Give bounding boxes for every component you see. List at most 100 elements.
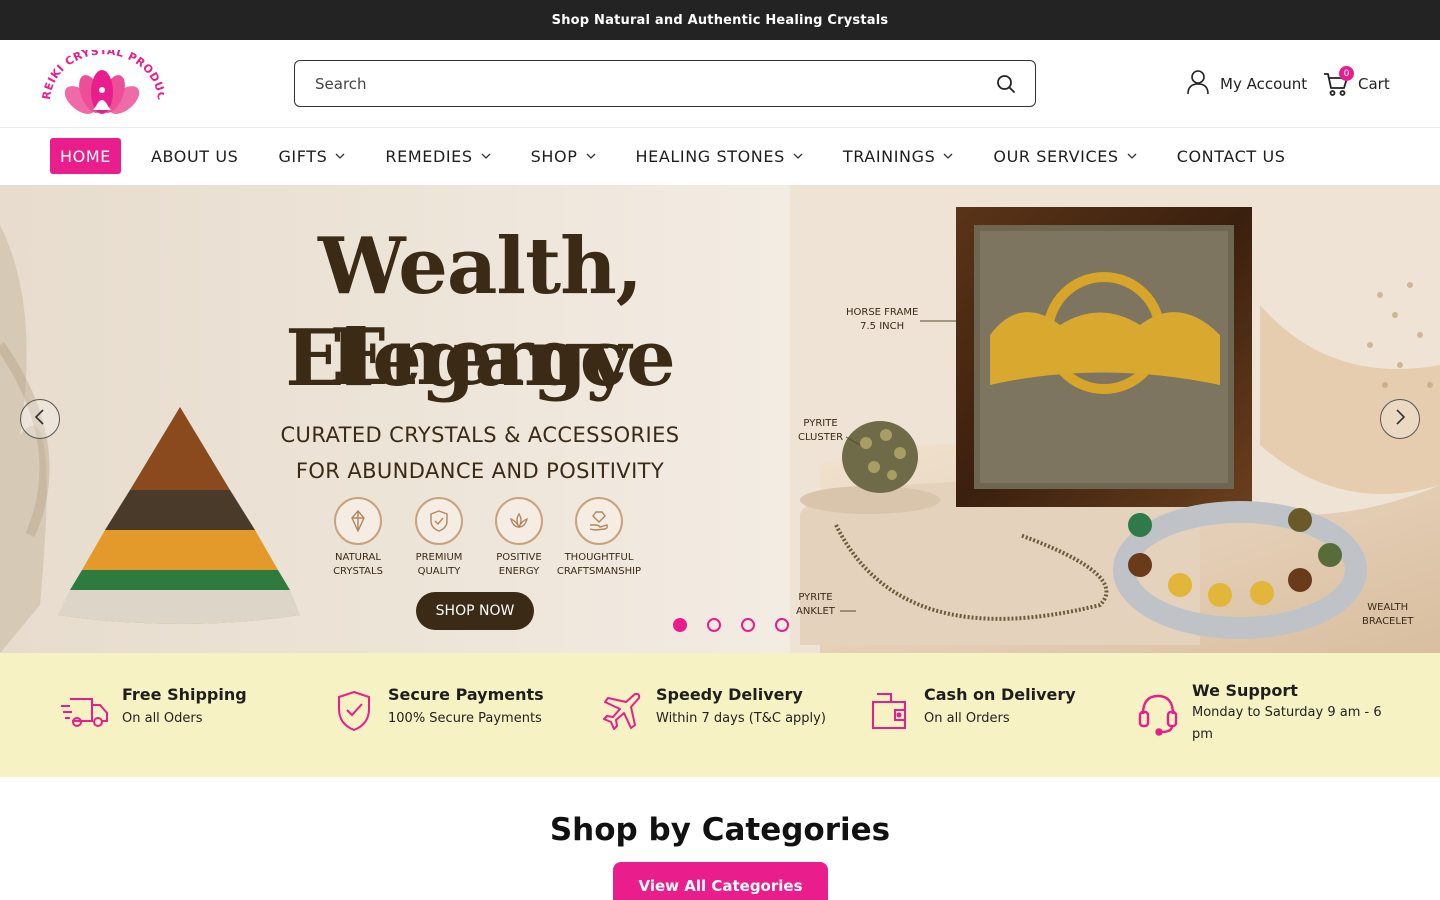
callout-pyrite-cluster: PYRITE CLUSTER (798, 417, 843, 445)
truck-icon (60, 685, 110, 737)
my-account-link[interactable]: My Account (1186, 70, 1307, 98)
hand-diamond-icon (575, 497, 623, 545)
feature-subtitle: On all Oders (122, 711, 203, 726)
callout-line-2: ANKLET (796, 606, 835, 617)
nav-home-label: HOME (60, 146, 111, 166)
callout-line-2: CLUSTER (798, 432, 844, 443)
chevron-down-icon (1127, 151, 1137, 161)
carousel-dot-1[interactable] (673, 618, 687, 632)
wallet-icon (868, 685, 912, 737)
callout-line-2: 7.5 INCH (860, 321, 905, 332)
nav-gifts[interactable]: GIFTS (268, 138, 355, 174)
shop-now-button[interactable]: SHOP NOW (416, 592, 534, 630)
badge-premium-quality: PREMIUM QUALITY (394, 497, 484, 579)
feature-subtitle: On all Orders (924, 711, 1010, 726)
callout-line-1: WEALTH (1367, 602, 1409, 613)
callout-wealth-bracelet: WEALTH BRACELET (1362, 601, 1413, 629)
feature-title: Speedy Delivery (656, 685, 803, 704)
nav-healing-label: HEALING STONES (635, 146, 785, 166)
badge-thoughtful-craftsmanship: THOUGHTFUL CRAFTSMANSHIP (554, 497, 644, 579)
chevron-down-icon (586, 151, 596, 161)
shield-check-icon (332, 685, 376, 737)
nav-about-label: ABOUT US (150, 146, 239, 166)
feature-title: Free Shipping (122, 685, 247, 704)
nav-healing-stones[interactable]: HEALING STONES (626, 138, 813, 174)
badge-label-line-2: QUALITY (417, 566, 461, 577)
feature-title: Cash on Delivery (924, 685, 1076, 704)
feature-speedy-delivery: Speedy Delivery Within 7 days (T&C apply… (600, 683, 826, 737)
cart-count-badge: 0 (1339, 66, 1354, 81)
feature-title: We Support (1192, 681, 1298, 700)
nav-trainings[interactable]: TRAININGS (833, 138, 964, 174)
nav-about-us[interactable]: ABOUT US (141, 138, 248, 174)
carousel-next-button[interactable] (1380, 399, 1420, 439)
crystal-icon (334, 497, 382, 545)
feature-we-support: We Support Monday to Saturday 9 am - 6 p… (1136, 679, 1388, 746)
my-account-label: My Account (1220, 75, 1308, 93)
carousel-dots (673, 618, 789, 632)
callout-line-2: BRACELET (1362, 616, 1414, 627)
chevron-right-icon (1393, 408, 1407, 430)
categories-heading: Shop by Categories (549, 812, 891, 848)
nav-remedies-label: REMEDIES (385, 146, 473, 166)
hero-carousel: Wealth, Energy Elegance CURATED CRYSTALS… (0, 185, 1440, 653)
badge-label-line-1: NATURAL (335, 552, 381, 563)
badge-natural-crystals: NATURAL CRYSTALS (313, 497, 403, 579)
callout-pyrite-anklet: PYRITE ANKLET (796, 591, 835, 619)
announcement-text: Shop Natural and Authentic Healing Cryst… (551, 12, 889, 28)
brand-logo[interactable]: REIKI CRYSTAL PRODUCTS (36, 40, 168, 118)
callout-line-1: HORSE FRAME (846, 307, 919, 318)
lotus-icon (495, 497, 543, 545)
airplane-icon (600, 685, 644, 737)
callout-line-1: PYRITE (798, 592, 833, 603)
badge-label-line-2: CRYSTALS (333, 566, 383, 577)
main-navigation: HOME ABOUT US GIFTS REMEDIES SHOP HEALIN… (0, 128, 1440, 185)
nav-trainings-label: TRAININGS (842, 146, 936, 166)
callout-line-1: PYRITE (803, 418, 838, 429)
nav-shop-label: SHOP (530, 146, 578, 166)
carousel-prev-button[interactable] (20, 399, 60, 439)
nav-services-label: OUR SERVICES (993, 146, 1119, 166)
announcement-bar: Shop Natural and Authentic Healing Cryst… (0, 0, 1440, 40)
badge-label-line-1: PREMIUM (415, 552, 463, 563)
search-icon[interactable] (995, 73, 1017, 95)
nav-remedies[interactable]: REMEDIES (375, 138, 500, 174)
feature-subtitle: Monday to Saturday 9 am - 6 pm (1192, 705, 1382, 742)
badge-positive-energy: POSITIVE ENERGY (474, 497, 564, 579)
nav-gifts-label: GIFTS (278, 146, 328, 166)
hero-subtitle-line-2: FOR ABUNDANCE AND POSITIVITY (295, 459, 665, 483)
shield-check-icon (415, 497, 463, 545)
site-header: REIKI CRYSTAL PRODUCTS (0, 40, 1440, 128)
nav-our-services[interactable]: OUR SERVICES (983, 138, 1146, 174)
badge-label-line-1: THOUGHTFUL (564, 552, 634, 563)
feature-title: Secure Payments (388, 685, 544, 704)
chevron-left-icon (33, 408, 47, 430)
chevron-down-icon (793, 151, 803, 161)
feature-secure-payments: Secure Payments 100% Secure Payments (332, 683, 544, 737)
nav-shop[interactable]: SHOP (521, 138, 606, 174)
nav-contact-us[interactable]: CONTACT US (1167, 138, 1296, 174)
feature-free-shipping: Free Shipping On all Oders (60, 683, 247, 737)
badge-label-line-2: CRAFTSMANSHIP (556, 566, 642, 577)
hero-title-line-2: Elegance (285, 313, 676, 404)
feature-subtitle: 100% Secure Payments (388, 711, 542, 726)
chevron-down-icon (335, 151, 345, 161)
callout-horse-frame: HORSE FRAME 7.5 INCH (846, 306, 918, 334)
headset-icon (1136, 687, 1180, 739)
feature-subtitle: Within 7 days (T&C apply) (656, 711, 826, 726)
view-all-categories-button[interactable]: View All Categories (613, 862, 828, 900)
carousel-dot-4[interactable] (775, 618, 789, 632)
chevron-down-icon (943, 151, 953, 161)
chevron-down-icon (481, 151, 491, 161)
cart-icon: 0 (1322, 66, 1354, 98)
hero-subtitle-line-1: CURATED CRYSTALS & ACCESSORIES (280, 423, 680, 447)
search-input[interactable] (315, 74, 995, 93)
features-strip: Free Shipping On all Oders Secure Paymen… (0, 653, 1440, 777)
carousel-dot-3[interactable] (741, 618, 755, 632)
feature-cash-on-delivery: Cash on Delivery On all Orders (868, 683, 1076, 737)
carousel-dot-2[interactable] (707, 618, 721, 632)
badge-label-line-2: ENERGY (498, 566, 540, 577)
nav-home[interactable]: HOME (50, 138, 121, 174)
cart-label: Cart (1358, 75, 1390, 93)
cart-link[interactable]: 0 Cart (1322, 66, 1390, 98)
